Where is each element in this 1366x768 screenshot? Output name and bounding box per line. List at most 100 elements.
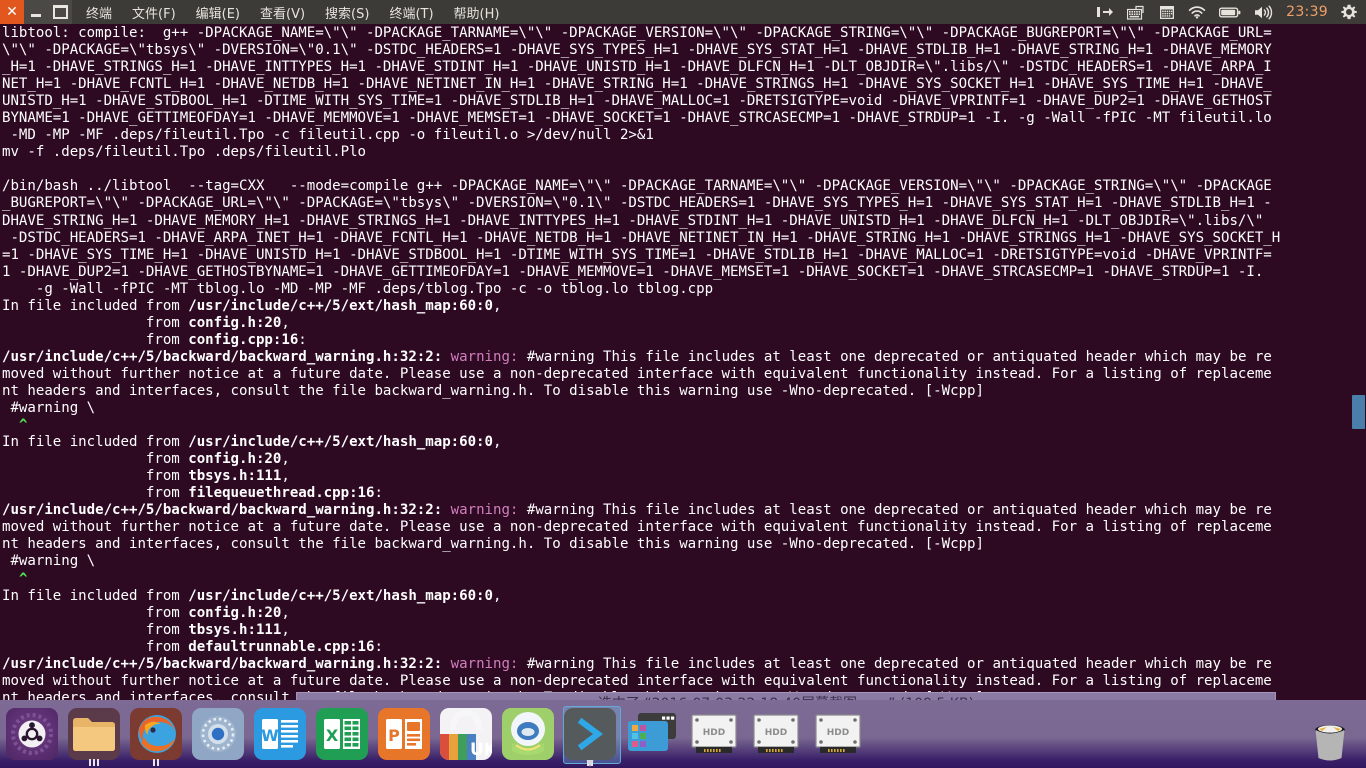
terminal-text-run: , (281, 314, 290, 331)
hdd-icon-3: HDD (812, 708, 864, 760)
terminal-window[interactable]: libtool: compile: g++ -DPACKAGE_NAME=\"\… (0, 24, 1366, 700)
terminal-text-run (2, 417, 19, 433)
launcher-item-excel[interactable]: X (312, 704, 372, 764)
terminal-text-run: 1 -DHAVE_DUP2=1 -DHAVE_GETHOSTBYNAME=1 -… (2, 263, 1264, 280)
menu-search[interactable]: 搜索(S) (323, 1, 371, 24)
terminal-text-run: /usr/include/c++/5/ext/hash_map:60:0 (188, 434, 493, 451)
launcher-item-word[interactable]: W (250, 704, 310, 764)
terminal-text-run: #warning This file includes at least one… (518, 348, 1272, 365)
terminal-line: 1 -DHAVE_DUP2=1 -DHAVE_GETHOSTBYNAME=1 -… (2, 264, 1366, 281)
terminal-line: from tbsys.h:111, (2, 468, 1366, 485)
hdd-icon-1: HDD (688, 708, 740, 760)
terminal-line: -DSTDC_HEADERS=1 -DHAVE_ARPA_INET_H=1 -D… (2, 230, 1366, 247)
terminal-output: libtool: compile: g++ -DPACKAGE_NAME=\"\… (0, 24, 1366, 700)
word-icon: W (254, 708, 306, 760)
terminal-text-run: _BUGREPORT=\"\" -DPACKAGE_URL=\"\" -DPAC… (2, 195, 1272, 212)
close-button[interactable]: ✕ (0, 0, 24, 24)
terminal-text-run: NET_H=1 -DHAVE_FCNTL_H=1 -DHAVE_NETDB_H=… (2, 76, 1272, 93)
terminal-text-run: mv -f .deps/fileutil.Tpo .deps/fileutil.… (2, 144, 367, 161)
terminal-text-run: from (2, 621, 189, 638)
terminal-text-run: , (492, 297, 502, 314)
menu-terminal-settings[interactable]: 终端(T) (387, 1, 435, 24)
terminal-text-run: from (2, 604, 189, 621)
terminal-line: from config.h:20, (2, 315, 1366, 332)
menu-help[interactable]: 帮助(H) (452, 1, 502, 24)
terminal-text-run: UNISTD_H=1 -DHAVE_STDBOOL_H=1 -DTIME_WIT… (2, 93, 1272, 110)
terminal-text-run: config.h:20 (188, 604, 282, 621)
launcher-items: W X P UK HDD HDD HDD (0, 704, 868, 766)
ubuntu-software-icon: UK (440, 708, 492, 760)
terminal-text-run: BYNAME=1 -DHAVE_GETTIMEOFDAY=1 -DHAVE_ME… (2, 110, 1272, 127)
menu-edit[interactable]: 编辑(E) (194, 1, 242, 24)
minimize-icon (31, 13, 41, 17)
terminal-text-run: warning: (450, 655, 519, 672)
clock[interactable]: 23:39 (1286, 4, 1328, 20)
terminal-text-run: \"\" -DPACKAGE=\"tbsys\" -DVERSION=\"0.1… (2, 42, 1272, 59)
launcher-item-system-settings[interactable] (188, 704, 248, 764)
terminal-line: from defaultrunnable.cpp:16: (2, 639, 1366, 656)
terminal-scrollbar-thumb[interactable] (1352, 395, 1365, 429)
minimize-button[interactable] (24, 0, 48, 24)
terminal-text-run: -g -Wall -fPIC -MT tblog.lo -MD -MP -MF … (2, 280, 714, 297)
wifi-icon[interactable] (1188, 5, 1206, 19)
terminal-text-run: from (2, 468, 189, 485)
launcher-item-dash[interactable] (2, 704, 62, 764)
terminal-text-run: ^ (18, 417, 28, 434)
terminal-text-run: /usr/include/c++/5/ext/hash_map:60:0 (188, 587, 493, 604)
launcher-item-powerpoint[interactable]: P (374, 704, 434, 764)
terminal-text-run: : (374, 638, 383, 655)
terminal-text-run: from (2, 331, 189, 348)
terminal-text-run: from (2, 638, 189, 655)
launcher-item-terminal[interactable] (560, 704, 621, 766)
battery-icon[interactable] (1219, 6, 1241, 19)
calendar-icon[interactable] (1159, 4, 1175, 20)
launcher-item-hdd-2[interactable]: HDD (746, 704, 806, 764)
maximize-button[interactable] (48, 0, 72, 24)
terminal-text-run: =1 -DHAVE_SYS_TIME_H=1 -DHAVE_UNISTD_H=1… (2, 246, 1272, 263)
svg-text:X: X (326, 726, 339, 745)
terminal-scrollbar[interactable] (1351, 24, 1366, 700)
terminal-text-run: #warning \ (2, 400, 96, 417)
terminal-line: In file included from /usr/include/c++/5… (2, 298, 1366, 315)
volume-icon[interactable] (1254, 5, 1273, 20)
launcher-item-hdd-1[interactable]: HDD (684, 704, 744, 764)
launcher-item-firefox[interactable] (126, 704, 186, 766)
menu-file[interactable]: 文件(F) (130, 1, 178, 24)
input-switch-icon[interactable] (1097, 5, 1114, 19)
hdd-icon-2: HDD (750, 708, 802, 760)
terminal-text-run: config.h:20 (188, 314, 282, 331)
running-indicator (587, 759, 593, 766)
menu-bar: 终端 文件(F) 编辑(E) 查看(V) 搜索(S) 终端(T) 帮助(H) (84, 1, 501, 24)
launcher-item-help[interactable] (498, 704, 558, 764)
terminal-line: =1 -DHAVE_SYS_TIME_H=1 -DHAVE_UNISTD_H=1… (2, 247, 1366, 264)
terminal-line: ^ (2, 417, 1366, 434)
terminal-line: -g -Wall -fPIC -MT tblog.lo -MD -MP -MF … (2, 281, 1366, 298)
terminal-text-run: , (492, 587, 502, 604)
system-settings-icon (192, 708, 244, 760)
terminal-text-run: /usr/include/c++/5/ext/hash_map:60:0 (188, 297, 493, 314)
desktop-screen: ✕ 终端 文件(F) 编辑(E) 查看(V) 搜索(S) 终端(T) 帮助(H) (0, 0, 1366, 768)
running-indicator (89, 759, 99, 766)
launcher-item-hdd-3[interactable]: HDD (808, 704, 868, 764)
terminal-line: #warning \ (2, 400, 1366, 417)
menu-view[interactable]: 查看(V) (258, 1, 307, 24)
terminal-line: nt headers and interfaces, consult the f… (2, 536, 1366, 553)
terminal-text-run: moved without further notice at a future… (2, 519, 1272, 536)
launcher-item-workspace-switcher[interactable] (622, 704, 682, 764)
terminal-text-run: nt headers and interfaces, consult the f… (2, 536, 984, 553)
terminal-text-run: /usr/include/c++/5/backward/backward_war… (2, 502, 443, 519)
launcher-item-files[interactable] (64, 704, 124, 766)
terminal-text-run: /usr/include/c++/5/backward/backward_war… (2, 348, 443, 365)
terminal-text-run: , (281, 604, 290, 621)
keyboard-icon[interactable] (1127, 5, 1146, 20)
terminal-text-run: , (492, 434, 502, 451)
help-icon (502, 708, 554, 760)
terminal-text-run (2, 571, 19, 587)
ubuntu-dash-icon (6, 708, 58, 760)
gear-icon[interactable] (1341, 4, 1357, 20)
launcher-item-trash[interactable] (1302, 706, 1358, 764)
terminal-line: In file included from /usr/include/c++/5… (2, 434, 1366, 451)
launcher-item-software[interactable]: UK (436, 704, 496, 764)
terminal-line: NET_H=1 -DHAVE_FCNTL_H=1 -DHAVE_NETDB_H=… (2, 76, 1366, 93)
menu-terminal[interactable]: 终端 (84, 1, 114, 24)
